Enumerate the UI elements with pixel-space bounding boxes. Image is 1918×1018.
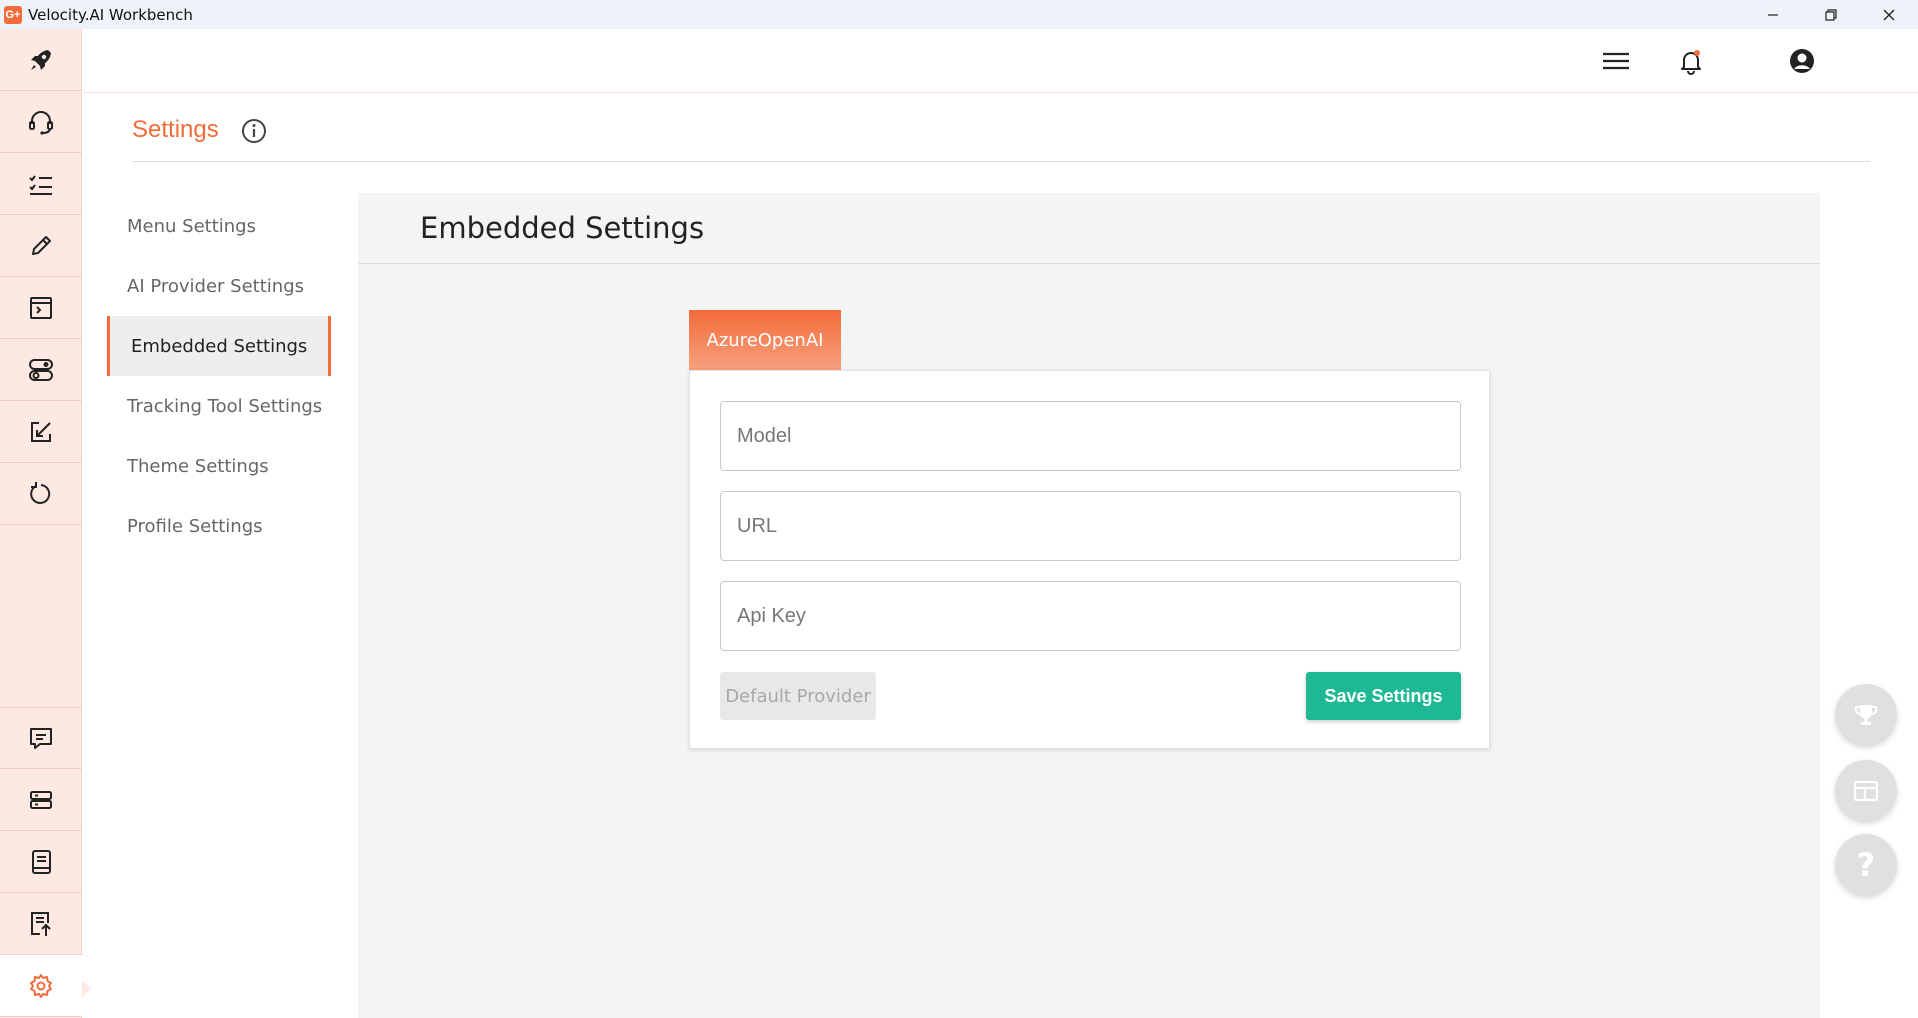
menu-item-profile-settings[interactable]: Profile Settings [107,496,331,556]
menu-item-menu-settings[interactable]: Menu Settings [107,196,331,256]
top-header [83,29,1918,93]
user-account-button[interactable] [1784,43,1820,79]
window-title: Velocity.AI Workbench [28,5,193,24]
rail-tasks[interactable] [0,153,82,215]
close-icon [1883,9,1895,20]
restore-button[interactable] [1802,0,1860,29]
default-provider-button[interactable]: Default Provider [720,672,876,720]
menu-icon [1603,52,1629,70]
layout-button[interactable] [1835,760,1897,822]
info-icon[interactable] [240,117,268,145]
help-button[interactable]: ? [1835,834,1897,896]
export-icon [31,421,51,442]
page-title: Settings [132,116,219,143]
pencil-icon [32,235,51,255]
provider-card: Default Provider Save Settings [689,370,1490,749]
refresh-icon [30,481,51,504]
rail-report[interactable] [0,893,82,955]
window-controls [1744,0,1918,29]
rocket-icon [31,49,51,70]
settings-menu: Menu Settings AI Provider Settings Embed… [107,196,331,556]
model-field[interactable] [720,401,1461,471]
rail-notebook[interactable] [0,831,82,893]
panel-title: Embedded Settings [358,193,1820,264]
checklist-icon [29,174,52,195]
gear-icon [30,973,52,998]
trophy-icon [1855,705,1877,725]
minimize-button[interactable] [1744,0,1802,29]
menu-item-ai-provider-settings[interactable]: AI Provider Settings [107,256,331,316]
help-icon: ? [1856,846,1876,884]
notifications-button[interactable] [1673,43,1709,79]
rail-support[interactable] [0,91,82,153]
close-button[interactable] [1860,0,1918,29]
save-settings-button[interactable]: Save Settings [1306,672,1461,720]
document-upload-icon [31,911,51,936]
window-titlebar: G+ Velocity.AI Workbench [0,0,1918,29]
user-account-icon [1790,49,1814,73]
rail-server[interactable] [0,769,82,831]
rail-active-pointer [82,980,91,998]
bell-icon [1681,50,1701,75]
toggle-icon [29,358,53,381]
menu-item-theme-settings[interactable]: Theme Settings [107,436,331,496]
restore-icon [1825,8,1837,21]
rail-settings[interactable] [0,955,82,1017]
minimize-icon [1768,13,1778,16]
api-key-field[interactable] [720,581,1461,651]
rail-rocket[interactable] [0,29,82,91]
menu-item-embedded-settings[interactable]: Embedded Settings [107,316,331,376]
rail-chat[interactable] [0,707,82,769]
rail-export[interactable] [0,401,82,463]
left-rail [0,29,82,1018]
app-logo-icon: G+ [4,5,22,24]
rail-refresh[interactable] [0,463,82,525]
notebook-icon [32,849,51,874]
url-field[interactable] [720,491,1461,561]
rail-edit[interactable] [0,215,82,277]
layout-icon [1853,780,1879,802]
chat-icon [30,727,52,749]
rail-toggles[interactable] [0,339,82,401]
headset-icon [29,110,53,135]
rail-terminal[interactable] [0,277,82,339]
menu-button[interactable] [1598,43,1634,79]
menu-item-tracking-tool-settings[interactable]: Tracking Tool Settings [107,376,331,436]
server-icon [30,790,52,809]
page-divider [132,161,1870,162]
tab-azure-openai[interactable]: AzureOpenAI [689,310,841,370]
terminal-window-icon [30,296,52,319]
achievements-button[interactable] [1835,684,1897,746]
